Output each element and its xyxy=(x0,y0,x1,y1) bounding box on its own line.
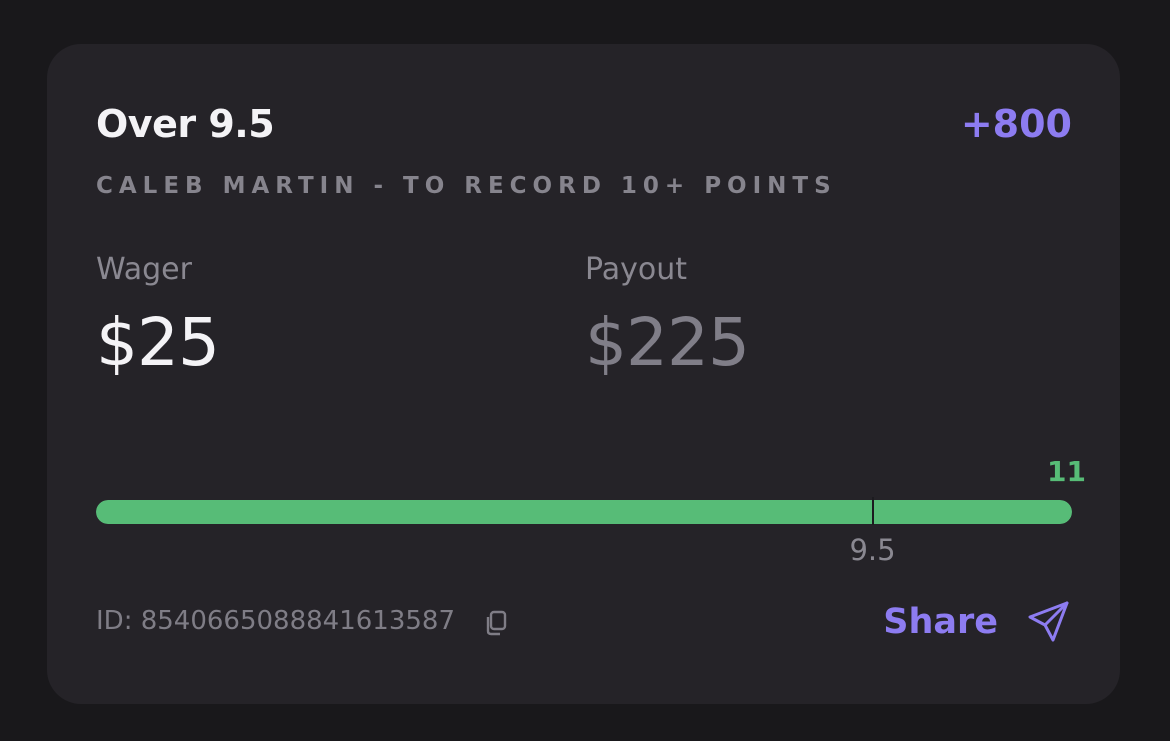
progress-current-value: 11 xyxy=(1047,455,1086,488)
bet-odds: +800 xyxy=(960,102,1072,146)
progress-bar-fill xyxy=(96,500,1072,524)
bet-title: Over 9.5 xyxy=(96,102,275,146)
bet-id: ID: 8540665088841613587 xyxy=(96,606,456,636)
wager-amount: $25 xyxy=(96,304,220,381)
payout-amount: $225 xyxy=(585,304,750,381)
copy-icon[interactable] xyxy=(481,608,511,638)
wager-label: Wager xyxy=(96,252,192,287)
share-label: Share xyxy=(883,601,998,642)
send-icon xyxy=(1028,601,1069,642)
share-button[interactable]: Share xyxy=(883,599,1072,645)
line-marker xyxy=(871,497,874,525)
progress-bar xyxy=(96,500,1072,524)
payout-label: Payout xyxy=(585,252,688,287)
bet-market: CALEB MARTIN - TO RECORD 10+ POINTS xyxy=(96,173,837,199)
line-value-label: 9.5 xyxy=(849,533,896,567)
bet-card: Over 9.5 +800 CALEB MARTIN - TO RECORD 1… xyxy=(47,44,1120,704)
